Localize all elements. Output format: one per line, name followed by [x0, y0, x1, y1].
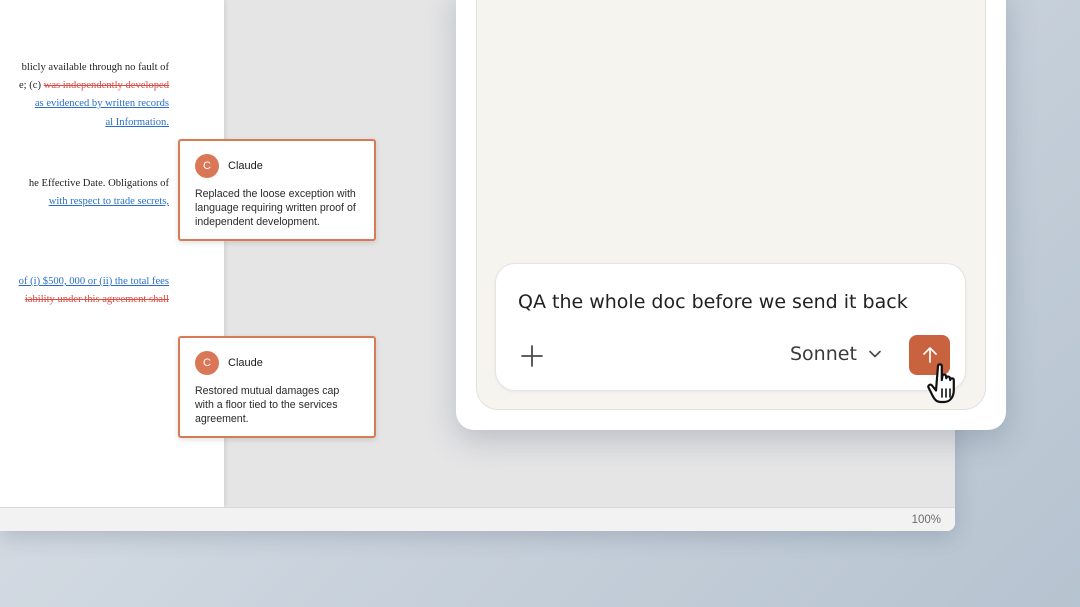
prompt-composer[interactable]: QA the whole doc before we send it back … — [495, 263, 966, 391]
prompt-input[interactable]: QA the whole doc before we send it back — [518, 291, 908, 313]
comment-card[interactable]: C Claude Restored mutual damages cap wit… — [178, 336, 376, 438]
document-text: e; (c) — [18, 80, 44, 91]
comment-text: Replaced the loose exception with langua… — [195, 188, 356, 229]
document-line: blicly available through no fault of — [22, 61, 169, 75]
document-text: blicly available through no fault of — [21, 62, 169, 73]
comment-author: Claude — [228, 357, 263, 369]
tracked-deletion: iability under this agreement shall — [24, 294, 169, 305]
avatar: C — [195, 351, 219, 375]
claude-panel: QA the whole doc before we send it back … — [456, 0, 1006, 430]
document-line: with respect to trade secrets, — [49, 195, 169, 209]
document-text: he Effective Date. Obligations of — [28, 178, 169, 189]
document-line: he Effective Date. Obligations of — [29, 177, 169, 191]
plus-icon — [521, 345, 543, 367]
document-line: e; (c) was independently developed — [19, 79, 169, 93]
document-line: al Information. — [105, 116, 169, 130]
model-label: Sonnet — [790, 343, 857, 365]
document-line: as evidenced by written records — [35, 97, 169, 111]
document-line: iability under this agreement shall — [25, 293, 169, 307]
tracked-deletion: was independently developed — [43, 80, 169, 91]
zoom-level[interactable]: 100% — [912, 514, 941, 526]
tracked-insertion: of (i) $500, 000 or (ii) the total fees — [18, 276, 169, 287]
attach-button[interactable] — [520, 344, 544, 368]
pointer-hand-icon — [927, 363, 955, 404]
tracked-insertion: as evidenced by written records — [34, 98, 169, 109]
comment-text: Restored mutual damages cap with a floor… — [195, 385, 340, 426]
model-selector[interactable]: Sonnet — [790, 343, 881, 365]
document-line: of (i) $500, 000 or (ii) the total fees — [19, 275, 169, 289]
chevron-down-icon — [869, 350, 881, 358]
tracked-insertion: with respect to trade secrets, — [48, 196, 169, 207]
tracked-insertion: al Information. — [105, 117, 169, 128]
comment-card[interactable]: C Claude Replaced the loose exception wi… — [178, 139, 376, 241]
comment-author: Claude — [228, 160, 263, 172]
status-bar: 100% — [0, 507, 955, 531]
avatar: C — [195, 154, 219, 178]
